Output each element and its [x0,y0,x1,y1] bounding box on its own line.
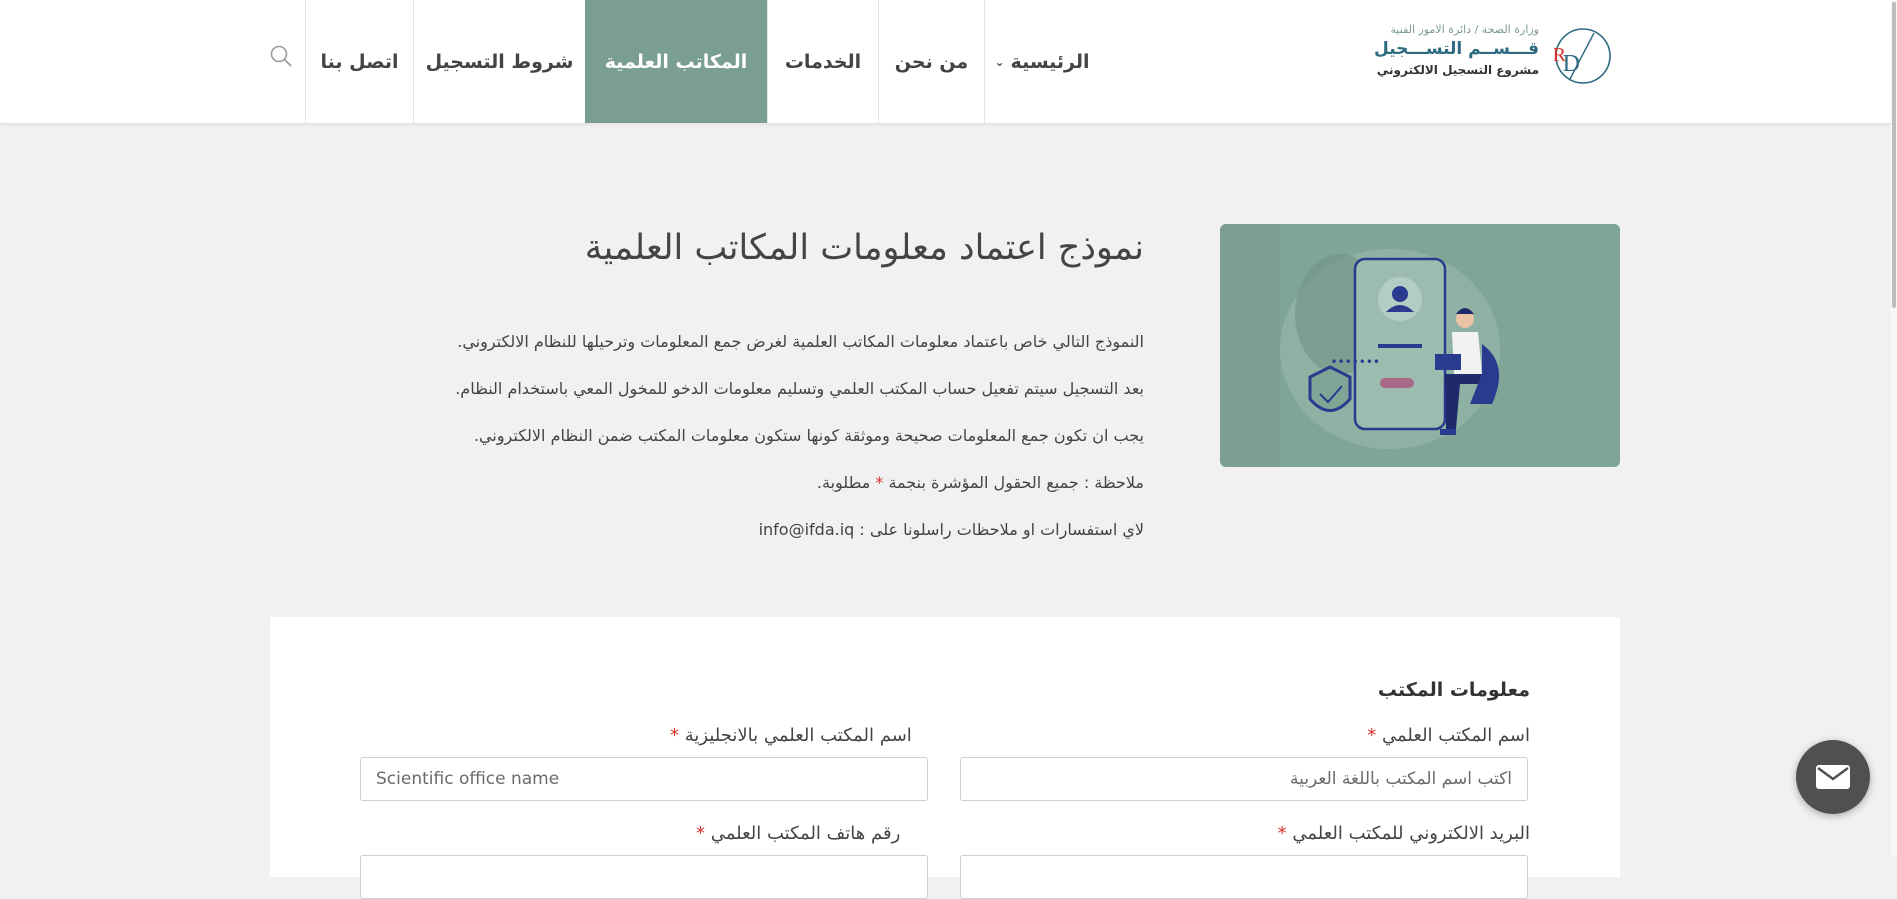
intro-contact-line: لاي استفسارات او ملاحظات راسلونا على : i… [758,520,1144,539]
english-name-label-text: اسم المكتب العلمي بالانجليزية [684,725,912,746]
required-star: * [1367,725,1377,746]
nav-scientific-offices[interactable]: المكاتب العلمية [585,0,767,123]
email-input[interactable] [960,855,1528,899]
note-text-before: ملاحظة : جميع الحقول المؤشرة بنجمة [883,473,1144,492]
svg-text:D: D [1563,51,1580,77]
intro-required-note: ملاحظة : جميع الحقول المؤشرة بنجمة * مطل… [384,459,1144,506]
mail-icon [1816,765,1850,789]
email-label: البريد الالكتروني للمكتب العلمي * [1278,823,1530,844]
nav-home[interactable]: الرئيسية ⌄ [984,0,1099,123]
required-star: * [670,725,679,746]
chevron-down-icon: ⌄ [994,54,1005,69]
phone-label: رقم هاتف المكتب العلمي * [696,823,900,844]
user-phone-security-illustration: ••••••• [1280,224,1620,467]
required-star: * [1277,823,1287,844]
logo-department: قـــســم التســـجيل [1374,39,1539,59]
page-scrollbar[interactable] [1891,0,1897,857]
nav-home-label: الرئيسية [1010,50,1090,73]
intro-line-3: يجب ان تكون جمع المعلومات صحيحة وموثقة ك… [473,426,1144,445]
nav-terms-label: شروط التسجيل [425,50,574,73]
nav-contact-label: اتصل بنا [320,50,399,73]
nav-registration-terms[interactable]: شروط التسجيل [413,0,585,123]
intro-section: نموذج اعتماد معلومات المكاتب العلمية الن… [384,218,1144,553]
site-header: R D وزارة الصحة / دائرة الامور الفنية قـ… [0,0,1897,124]
email-label-text: البريد الالكتروني للمكتب العلمي [1292,823,1530,844]
logo-ministry: وزارة الصحة / دائرة الامور الفنية [1390,23,1539,36]
intro-line-2: بعد التسجيل سيتم تفعيل حساب المكتب العلم… [455,379,1144,398]
svg-text:•••••••: ••••••• [1330,355,1380,369]
logo-text[interactable]: وزارة الصحة / دائرة الامور الفنية قـــسـ… [1374,23,1539,79]
logo-mark-icon[interactable]: R D [1554,27,1612,85]
nav-about-label: من نحن [894,50,969,73]
arabic-name-label: اسم المكتب العلمي * [1367,725,1530,746]
section-title-office-info: معلومات المكتب [1377,679,1530,701]
phone-input[interactable] [360,855,928,899]
arabic-name-input[interactable] [960,757,1528,801]
contact-mail-button[interactable] [1796,740,1870,814]
page-title: نموذج اعتماد معلومات المكاتب العلمية [584,228,1144,268]
note-text-after: مطلوبة. [816,473,876,492]
nav-services-label: الخدمات [784,50,862,73]
arabic-name-label-text: اسم المكتب العلمي [1382,725,1530,746]
nav-about[interactable]: من نحن [878,0,984,123]
nav-offices-label: المكاتب العلمية [604,50,748,73]
english-name-label: اسم المكتب العلمي بالانجليزية * [670,725,912,746]
form-card: معلومات المكتب اسم المكتب العلمي * اسم ا… [270,617,1620,899]
phone-label-text: رقم هاتف المكتب العلمي [710,823,901,844]
search-icon[interactable] [268,43,294,69]
scrollbar-thumb[interactable] [1892,2,1896,308]
nav-contact[interactable]: اتصل بنا [305,0,413,123]
hero-illustration: ••••••• [1220,224,1620,467]
nav-services[interactable]: الخدمات [767,0,878,123]
english-name-input[interactable] [360,757,928,801]
logo-project: مشروع التسجيل الالكتروني [1376,63,1539,77]
intro-line-1: النموذج التالي خاص باعتماد معلومات المكا… [457,332,1144,351]
required-star: * [696,823,705,844]
